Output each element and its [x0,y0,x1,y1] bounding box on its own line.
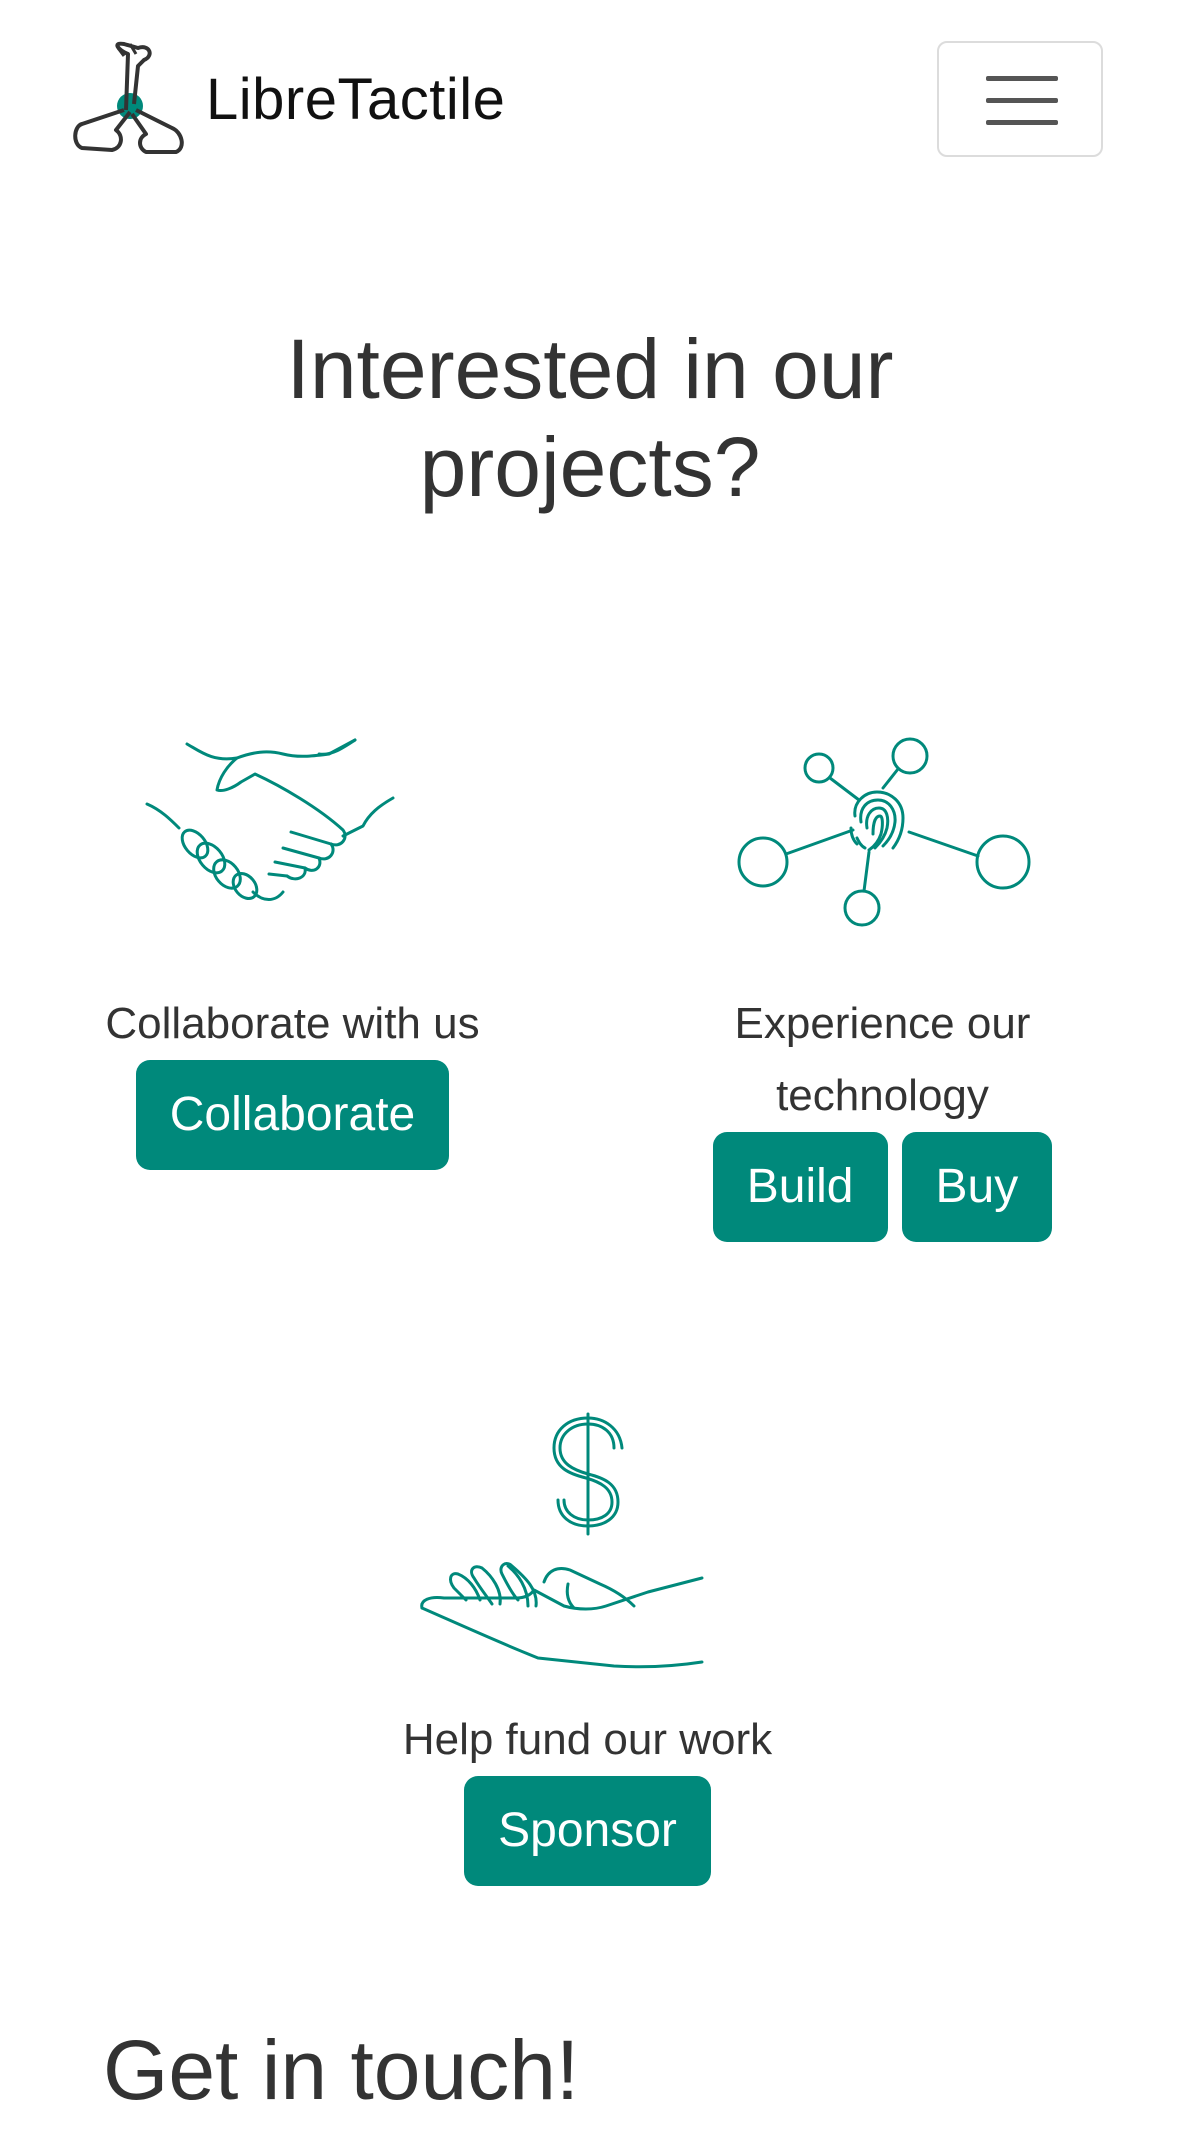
experience-text: Experience our technology [734,999,1031,1120]
contact-title: Get in touch! [103,2023,580,2117]
fingerprint-network-icon [737,737,1030,927]
brand-name: LibreTactile [206,66,506,132]
navbar: LibreTactile [0,0,1203,200]
menu-toggle-button[interactable] [937,41,1103,157]
brand-link[interactable]: LibreTactile [68,40,505,158]
collaborate-card: Collaborate with us Collaborate [60,730,525,1170]
collaborate-button[interactable]: Collaborate [135,1060,450,1170]
experience-card: Experience our technology Build Buy [640,730,1125,1242]
projects-title: Interested in our projects? [286,322,894,514]
handshake-icon [145,738,394,901]
build-button[interactable]: Build [712,1132,888,1242]
fund-text: Help fund our work [402,1715,773,1764]
sponsor-button[interactable]: Sponsor [464,1776,711,1886]
fund-card: Help fund our work Sponsor [300,1410,875,1886]
hand-dollar-icon [419,1412,703,1669]
buy-button[interactable]: Buy [901,1132,1053,1242]
libretactile-logo-icon [73,41,184,154]
collaborate-text: Collaborate with us [105,999,480,1048]
